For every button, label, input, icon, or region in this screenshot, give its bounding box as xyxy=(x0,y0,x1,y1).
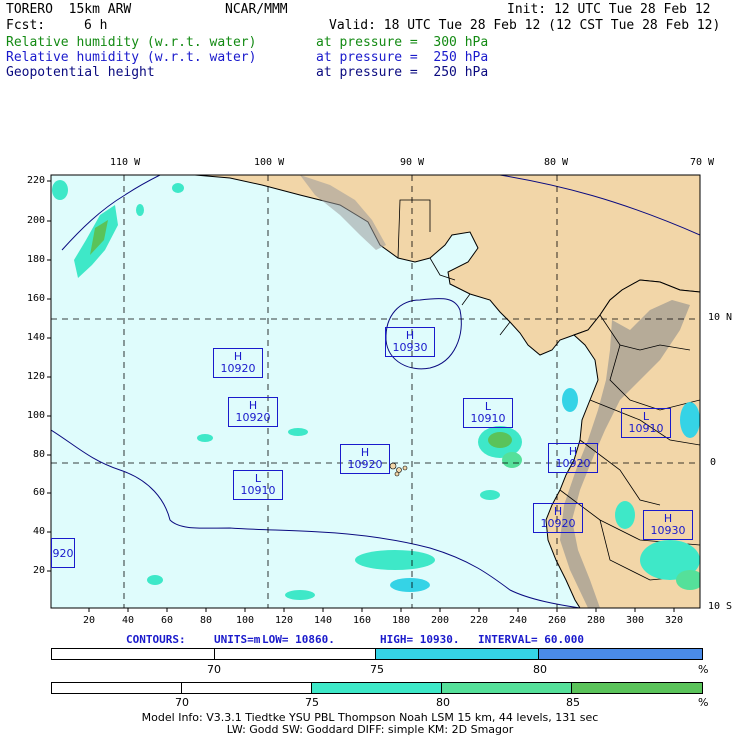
legend-segment xyxy=(538,649,702,659)
legend-bar-300 xyxy=(51,682,703,694)
y-label: 140 xyxy=(27,332,46,343)
x-label: 40 xyxy=(122,615,135,626)
contour-low: LOW= 10860. xyxy=(262,633,335,646)
legend-segment xyxy=(52,649,215,659)
lat-label-10s: 10 S xyxy=(708,601,733,612)
legend-250-unit: % xyxy=(698,663,709,676)
legend-segment xyxy=(312,683,442,693)
x-label: 320 xyxy=(665,615,684,626)
center-value: 10910 xyxy=(470,412,506,425)
x-label: 180 xyxy=(392,615,411,626)
center-value: 10920 xyxy=(235,411,271,424)
contour-label: CONTOURS: xyxy=(126,633,186,646)
lon-label-90w: 90 W xyxy=(400,157,425,168)
center-value: 10920 xyxy=(555,457,591,470)
pressure-center: H 10930 xyxy=(385,327,435,357)
y-label: 160 xyxy=(27,293,46,304)
center-value: 920 xyxy=(52,547,74,560)
x-label: 120 xyxy=(275,615,294,626)
y-label: 60 xyxy=(33,487,46,498)
center-value: 10910 xyxy=(240,484,276,497)
y-label: 180 xyxy=(27,254,46,265)
pressure-center: H 10920 xyxy=(533,503,583,533)
center-value: 10930 xyxy=(392,341,428,354)
legend-segment xyxy=(181,683,313,693)
x-label: 200 xyxy=(431,615,450,626)
legend-segment xyxy=(376,649,539,659)
contour-units: UNITS=m xyxy=(214,633,261,646)
x-label: 220 xyxy=(470,615,489,626)
x-label: 100 xyxy=(236,615,255,626)
model-info-line2: LW: Godd SW: Goddard DIFF: simple KM: 2D… xyxy=(226,723,514,736)
x-label: 20 xyxy=(83,615,96,626)
pressure-center: H 10920 xyxy=(340,444,390,474)
pressure-center: 920 xyxy=(51,538,75,568)
legend-segment xyxy=(572,683,702,693)
y-label: 100 xyxy=(27,410,46,421)
lat-label-10n: 10 N xyxy=(708,312,733,323)
y-label: 20 xyxy=(33,565,46,576)
x-label: 60 xyxy=(161,615,174,626)
lon-label-100w: 100 W xyxy=(254,157,285,168)
y-label: 40 xyxy=(33,526,46,537)
legend-segment xyxy=(441,683,573,693)
legend-300-unit: % xyxy=(698,696,709,709)
weather-map xyxy=(47,174,701,612)
lon-label-80w: 80 W xyxy=(544,157,569,168)
lon-label-110w: 110 W xyxy=(110,157,141,168)
center-value: 10910 xyxy=(628,422,664,435)
pressure-center: L 10910 xyxy=(463,398,513,428)
center-value: 10920 xyxy=(540,517,576,530)
lon-label-70w: 70 W xyxy=(690,157,715,168)
x-label: 300 xyxy=(626,615,645,626)
pressure-center: L 10910 xyxy=(621,408,671,438)
x-label: 140 xyxy=(314,615,333,626)
y-label: 120 xyxy=(27,371,46,382)
pressure-center: H 10920 xyxy=(213,348,263,378)
x-label: 260 xyxy=(548,615,567,626)
y-label: 200 xyxy=(27,215,46,226)
legend-250-tick: 80 xyxy=(533,663,547,676)
x-label: 80 xyxy=(200,615,213,626)
x-label: 280 xyxy=(587,615,606,626)
legend-300-tick: 75 xyxy=(305,696,319,709)
legend-segment xyxy=(52,683,182,693)
pressure-center: H 10930 xyxy=(643,510,693,540)
center-value: 10920 xyxy=(220,362,256,375)
center-value: 10920 xyxy=(347,458,383,471)
legend-segment xyxy=(214,649,376,659)
center-value: 10930 xyxy=(650,524,686,537)
pressure-center: H 10920 xyxy=(228,397,278,427)
pressure-center: L 10910 xyxy=(233,470,283,500)
lat-label-0: 0 xyxy=(710,457,717,468)
y-label: 80 xyxy=(33,449,46,460)
x-label: 240 xyxy=(509,615,528,626)
legend-300-tick: 70 xyxy=(175,696,189,709)
contour-interval: INTERVAL= 60.000 xyxy=(478,633,584,646)
legend-bar-250 xyxy=(51,648,703,660)
contour-high: HIGH= 10930. xyxy=(380,633,460,646)
legend-300-tick: 85 xyxy=(566,696,580,709)
x-label: 160 xyxy=(353,615,372,626)
legend-250-tick: 70 xyxy=(207,663,221,676)
y-label: 220 xyxy=(27,175,46,186)
pressure-center: H 10920 xyxy=(548,443,598,473)
legend-250-tick: 75 xyxy=(370,663,384,676)
legend-300-tick: 80 xyxy=(436,696,450,709)
